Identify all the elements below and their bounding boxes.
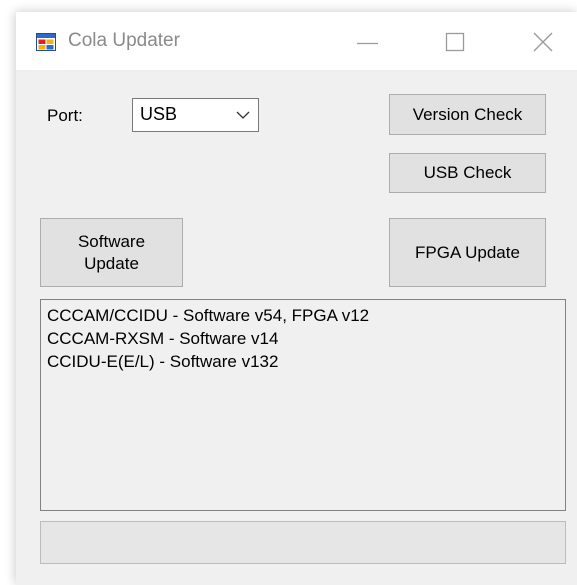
version-line-2: CCCAM-RXSM - Software v14 — [47, 329, 279, 348]
window-title: Cola Updater — [68, 30, 180, 51]
version-line-1: CCCAM/CCIDU - Software v54, FPGA v12 — [47, 306, 370, 325]
close-icon — [533, 32, 553, 52]
fpga-update-button[interactable]: FPGA Update — [389, 218, 546, 287]
version-list[interactable]: CCCAM/CCIDU - Software v54, FPGA v12 CCC… — [40, 299, 566, 511]
port-label: Port: — [47, 106, 83, 125]
software-update-button[interactable]: Software Update — [40, 218, 183, 287]
update-progress-bar — [40, 521, 566, 564]
maximize-icon — [445, 32, 465, 52]
minimize-button[interactable] — [332, 12, 402, 70]
title-bar[interactable]: Cola Updater — [16, 12, 577, 70]
version-check-label: Version Check — [412, 104, 523, 124]
port-dropdown[interactable]: USB — [132, 98, 259, 132]
close-button[interactable] — [507, 12, 577, 70]
port-selected-value: USB — [140, 104, 178, 124]
maximize-button[interactable] — [420, 12, 490, 70]
minimize-icon — [357, 42, 378, 45]
usb-check-label: USB Check — [423, 163, 512, 182]
software-update-label: Software Update — [77, 231, 146, 273]
fpga-update-label: FPGA Update — [415, 242, 520, 262]
window-app-icon — [36, 33, 56, 51]
usb-check-button[interactable]: USB Check — [389, 153, 546, 193]
version-line-3: CCIDU-E(E/L) - Software v132 — [47, 352, 279, 371]
version-check-button[interactable]: Version Check — [389, 94, 546, 135]
chevron-down-icon — [236, 111, 250, 119]
cola-updater-window: Cola Updater Port: USB Version Check USB… — [16, 12, 577, 585]
